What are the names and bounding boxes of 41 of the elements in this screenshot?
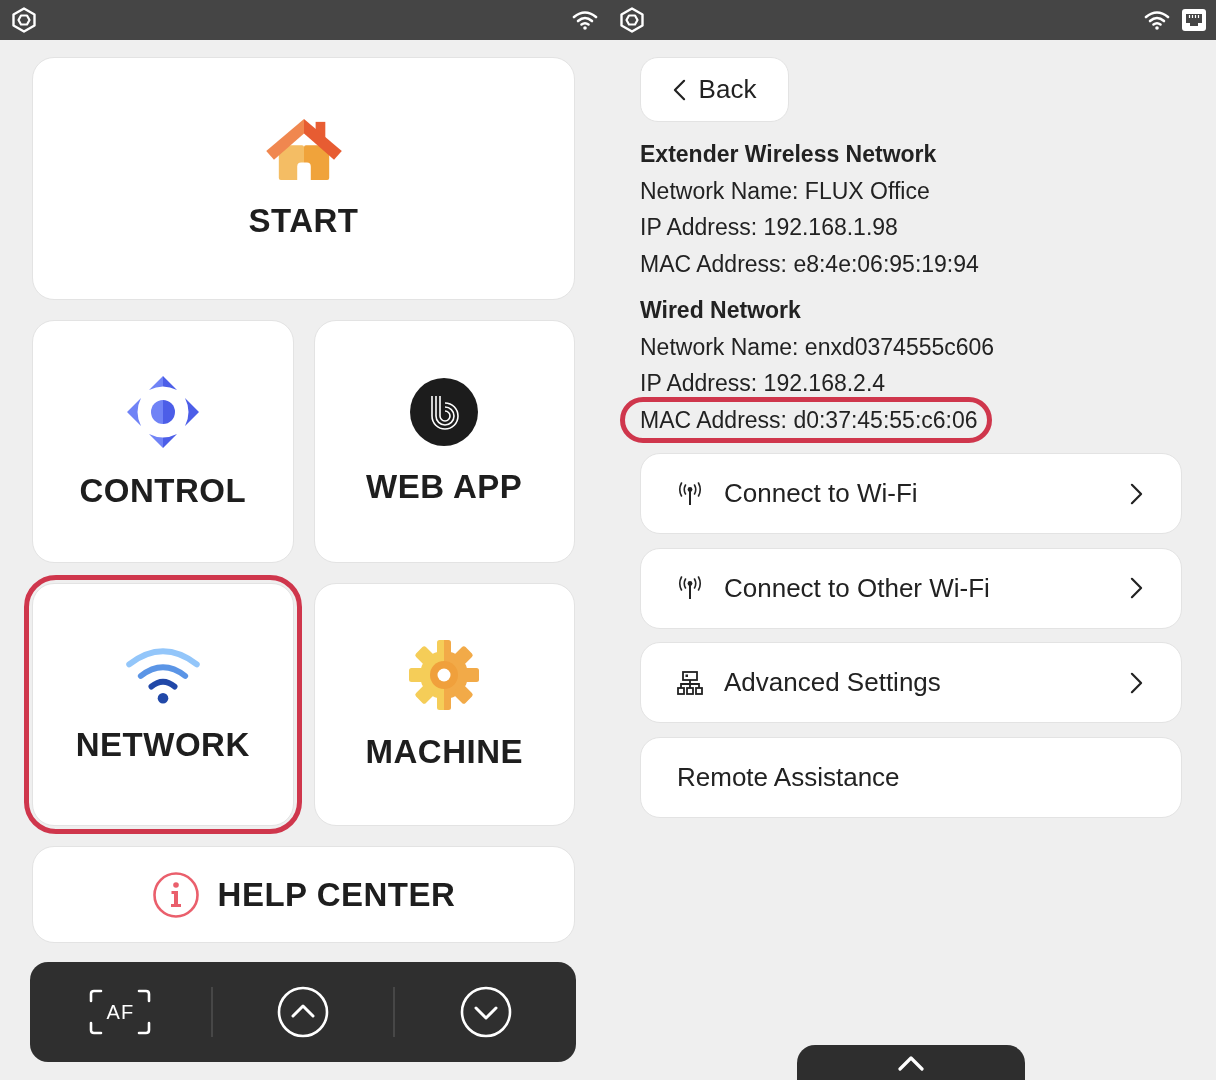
focus-frame-icon — [89, 989, 152, 1035]
chevron-left-icon — [672, 78, 686, 101]
wifi-icon — [1144, 10, 1170, 30]
circle-logo-icon — [410, 377, 479, 446]
network-diagram-icon — [677, 670, 703, 695]
hexagon-logo-icon — [620, 7, 644, 33]
wifi-icon — [123, 645, 202, 704]
menu-item[interactable]: Connect to Wi-Fi — [640, 453, 1182, 534]
help-center-tile[interactable]: HELP CENTER — [32, 846, 575, 943]
house-icon — [264, 117, 343, 180]
chevron-up-icon — [897, 1054, 925, 1071]
info-line: IP Address: 192.168.2.4 — [640, 369, 886, 398]
antenna-icon — [677, 576, 703, 600]
chevron-down-circle-icon — [459, 986, 512, 1038]
network-tile[interactable]: NETWORK — [32, 583, 294, 826]
control-tile[interactable]: CONTROL — [32, 320, 294, 563]
wifi-icon — [572, 10, 598, 30]
up-button[interactable] — [277, 986, 329, 1038]
down-button[interactable] — [459, 986, 512, 1038]
menu-item[interactable]: Remote Assistance — [640, 736, 1182, 818]
info-line: MAC Address: e8:4e:06:95:19:94 — [640, 249, 979, 279]
menu-item[interactable]: Connect to Other Wi-Fi — [640, 547, 1182, 629]
info-line: Network Name: enxd0374555c606 — [640, 332, 995, 362]
section-heading: Wired Network — [640, 296, 801, 325]
bottom-handle[interactable] — [797, 1045, 1025, 1080]
back-button[interactable]: Back — [640, 57, 789, 122]
ethernet-port-icon — [1182, 9, 1206, 31]
info-line: Network Name: FLUX Office — [640, 176, 930, 206]
hexagon-logo-icon — [12, 7, 36, 33]
chevron-up-circle-icon — [277, 986, 329, 1038]
info-icon — [151, 870, 200, 919]
info-line: MAC Address: d0:37:45:55:c6:06 — [640, 405, 978, 435]
gear-icon — [408, 638, 481, 711]
section-heading: Extender Wireless Network — [640, 140, 937, 169]
web-app-tile[interactable]: WEB APP — [313, 320, 575, 563]
antenna-icon — [677, 481, 703, 506]
machine-tile[interactable]: MACHINE — [313, 583, 575, 826]
info-line: IP Address: 192.168.1.98 — [640, 213, 898, 242]
start-tile[interactable]: START — [32, 57, 575, 300]
autofocus-button[interactable]: AF — [89, 989, 152, 1035]
menu-item[interactable]: Advanced Settings — [640, 642, 1182, 723]
